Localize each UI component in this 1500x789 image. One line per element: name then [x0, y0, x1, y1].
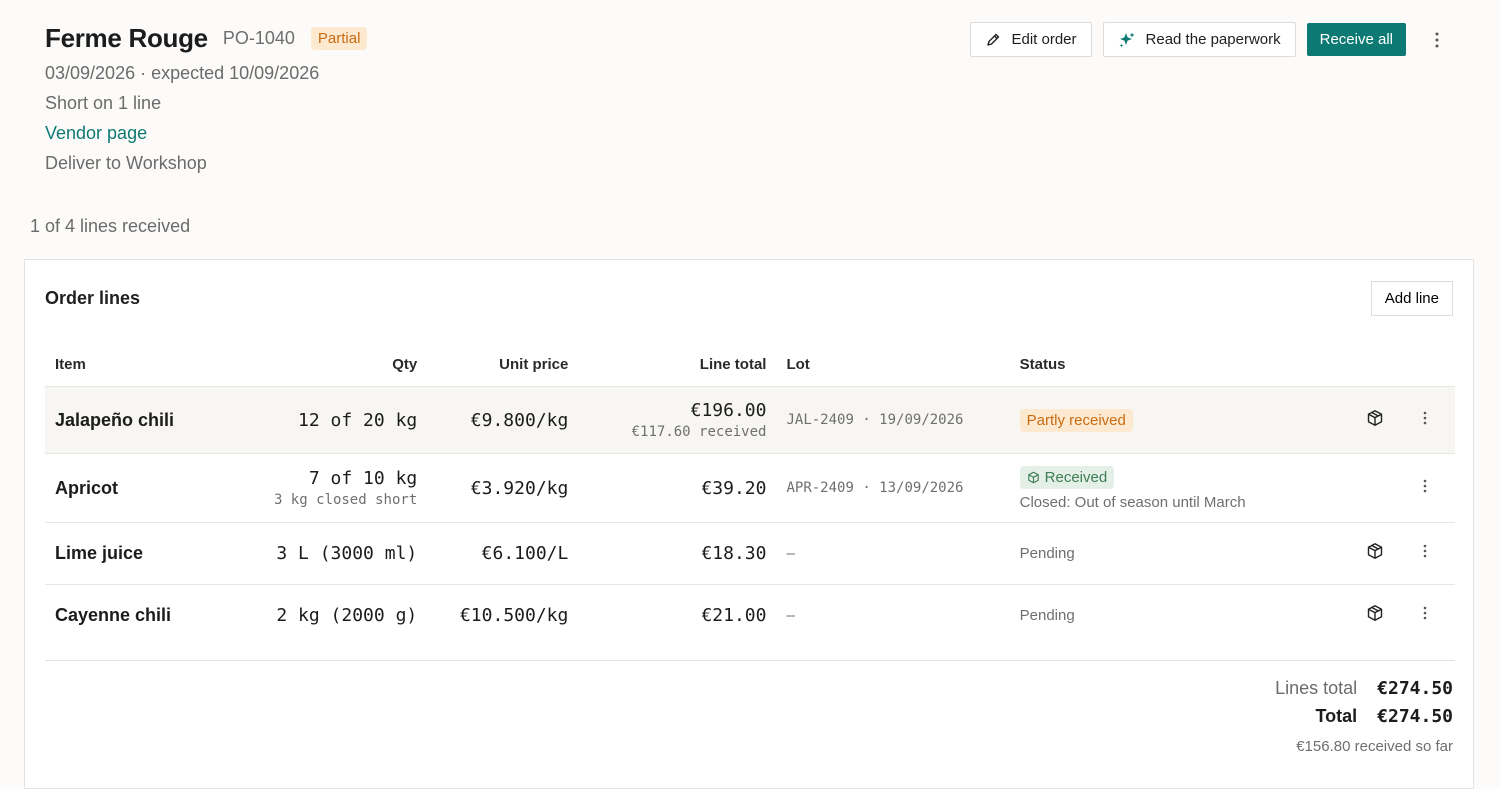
- order-lines-table: Item Qty Unit price Line total Lot Statu…: [45, 343, 1455, 646]
- card-title: Order lines: [45, 288, 141, 308]
- order-lines-card: Order lines Add line Item Qty Unit price…: [24, 259, 1474, 789]
- lot: APR-2409 · 13/09/2026: [786, 480, 964, 496]
- unit-price: €6.100/L: [481, 543, 569, 564]
- row-kebab-icon[interactable]: [1423, 544, 1427, 558]
- total-row: Total €274.50: [1275, 706, 1453, 734]
- lot: —: [786, 607, 795, 624]
- edit-order-label: Edit order: [1011, 31, 1077, 48]
- lines-total-row: Lines total €274.50: [1275, 678, 1453, 706]
- package-icon: [1027, 471, 1039, 483]
- column-header-qty: Qty: [245, 343, 418, 387]
- lot: JAL-2409 · 19/09/2026: [786, 412, 964, 428]
- column-header-unit-price: Unit price: [417, 343, 569, 387]
- qty: 2 kg (2000 g): [276, 605, 418, 626]
- receive-all-button[interactable]: Receive all: [1306, 23, 1406, 56]
- table-row[interactable]: Jalapeño chili 12 of 20 kg €9.800/kg €19…: [45, 386, 1455, 454]
- table-header-row: Item Qty Unit price Line total Lot Statu…: [45, 343, 1455, 387]
- header-actions: Edit order Read the paperwork Receive al…: [959, 22, 1450, 57]
- receive-package-icon[interactable]: [1366, 542, 1384, 560]
- qty: 3 L (3000 ml): [276, 543, 418, 564]
- received-so-far: €156.80 received so far: [1296, 738, 1453, 755]
- row-kebab-icon[interactable]: [1423, 606, 1427, 620]
- vendor-name: Ferme Rouge: [45, 22, 208, 53]
- lines-received-progress: 1 of 4 lines received: [30, 216, 191, 236]
- order-dates: 03/09/2026 · expected 10/09/2026: [45, 63, 320, 83]
- edit-order-button[interactable]: Edit order: [970, 22, 1092, 57]
- po-number: PO-1040: [222, 27, 295, 48]
- vendor-page-link[interactable]: Vendor page: [45, 123, 147, 143]
- status-badge: Partly received: [1019, 408, 1133, 432]
- pencil-icon: [987, 33, 1000, 46]
- add-line-label: Add line: [1384, 290, 1439, 307]
- sparkle-icon: [1119, 32, 1135, 47]
- receive-package-icon[interactable]: [1366, 604, 1384, 622]
- item-name: Apricot: [55, 477, 118, 498]
- read-paperwork-button[interactable]: Read the paperwork: [1102, 22, 1296, 57]
- column-header-lot: Lot: [766, 343, 1020, 387]
- item-name: Lime juice: [55, 543, 144, 563]
- column-header-line-total: Line total: [568, 343, 767, 387]
- unit-price: €9.800/kg: [470, 409, 569, 431]
- table-row[interactable]: Cayenne chili 2 kg (2000 g) €10.500/kg €…: [45, 585, 1455, 647]
- lot: —: [786, 545, 795, 562]
- table-row[interactable]: Apricot 7 of 10 kg 3 kg closed short €3.…: [45, 453, 1455, 523]
- title-row: Ferme Rouge PO-1040 Partial: [45, 20, 368, 56]
- qty-closed-short: 3 kg closed short: [273, 492, 418, 508]
- order-totals: Lines total €274.50 Total €274.50 €156.8…: [1275, 678, 1453, 755]
- total-value: €274.50: [1377, 706, 1453, 727]
- unit-price: €10.500/kg: [459, 605, 569, 626]
- qty: 12 of 20 kg: [298, 409, 418, 431]
- order-header: Ferme Rouge PO-1040 Partial 03/09/2026 ·…: [45, 20, 368, 178]
- short-note: Short on 1 line: [45, 93, 162, 113]
- line-total: €196.00: [690, 400, 767, 421]
- totals-divider: [45, 660, 1455, 661]
- status-label: Pending: [1019, 544, 1075, 562]
- line-total-received: €117.60 received: [631, 424, 767, 440]
- status-label: Received: [1044, 468, 1108, 486]
- add-line-button[interactable]: Add line: [1370, 281, 1453, 316]
- read-paperwork-label: Read the paperwork: [1145, 31, 1281, 48]
- status-badge: Received: [1019, 465, 1115, 489]
- lines-total-value: €274.50: [1377, 678, 1453, 699]
- more-actions-kebab-icon[interactable]: [1424, 25, 1450, 55]
- item-name: Jalapeño chili: [55, 409, 175, 430]
- column-header-item: Item: [45, 343, 246, 387]
- qty: 7 of 10 kg: [308, 468, 418, 489]
- line-total: €18.30: [701, 543, 767, 564]
- table-row[interactable]: Lime juice 3 L (3000 ml) €6.100/L €18.30…: [45, 522, 1455, 585]
- deliver-to: Deliver to Workshop: [45, 153, 207, 173]
- row-kebab-icon[interactable]: [1423, 479, 1427, 493]
- lines-total-label: Lines total: [1275, 678, 1358, 698]
- column-header-status: Status: [1019, 343, 1355, 387]
- row-kebab-icon[interactable]: [1423, 411, 1427, 425]
- line-total: €21.00: [701, 605, 767, 626]
- receive-all-label: Receive all: [1319, 31, 1393, 48]
- item-name: Cayenne chili: [55, 605, 172, 625]
- line-total: €39.20: [701, 477, 767, 499]
- status-badge: Partial: [310, 26, 368, 50]
- status-label: Pending: [1019, 606, 1075, 624]
- status-note: Closed: Out of season until March: [1019, 493, 1246, 511]
- total-label: Total: [1315, 706, 1358, 726]
- receive-package-icon[interactable]: [1366, 409, 1384, 427]
- unit-price: €3.920/kg: [470, 477, 569, 499]
